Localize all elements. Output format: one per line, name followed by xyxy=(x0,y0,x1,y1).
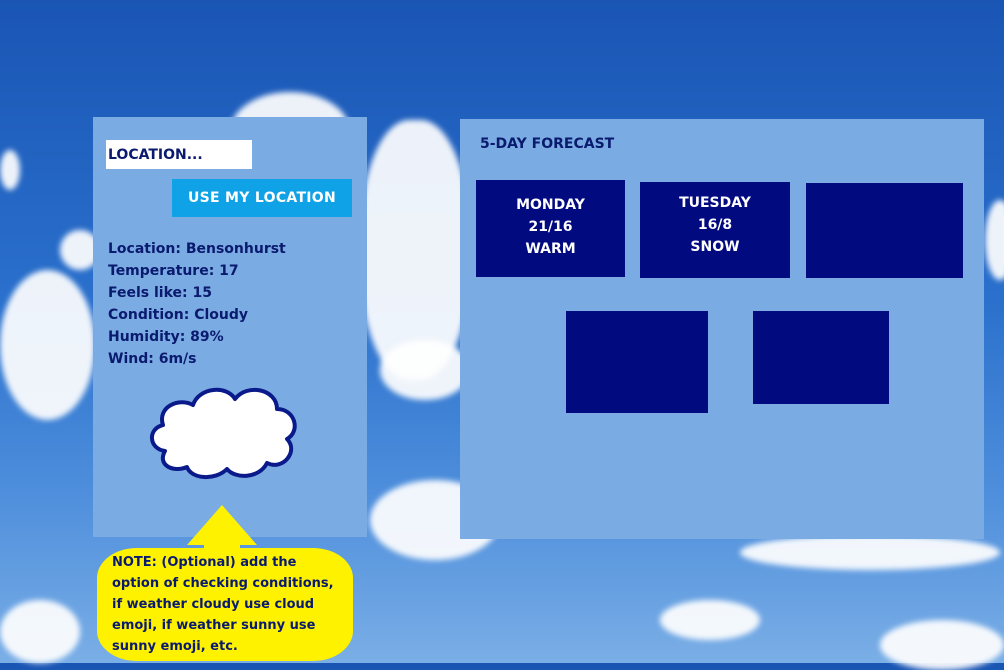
sky-cloud xyxy=(985,200,1004,280)
current-weather-panel: USE MY LOCATION Location: Bensonhurst Te… xyxy=(93,117,367,537)
sky-cloud xyxy=(0,150,20,190)
sky-cloud xyxy=(380,340,470,400)
sky-cloud xyxy=(0,270,95,420)
weather-details: Location: Bensonhurst Temperature: 17 Fe… xyxy=(108,238,286,370)
note-text: NOTE: (Optional) add the option of check… xyxy=(112,555,334,654)
forecast-day-name: TUESDAY xyxy=(679,195,751,211)
sky-cloud xyxy=(740,535,1000,570)
forecast-title: 5-DAY FORECAST xyxy=(480,136,615,152)
forecast-day-name: MONDAY xyxy=(516,197,585,213)
forecast-day-temps: 16/8 xyxy=(697,217,733,233)
forecast-day-card[interactable]: MONDAY 21/16 WARM xyxy=(476,180,625,277)
temperature-text: Temperature: 17 xyxy=(108,263,239,279)
humidity-text: Humidity: 89% xyxy=(108,329,224,345)
condition-text: Condition: Cloudy xyxy=(108,307,249,323)
note-callout: NOTE: (Optional) add the option of check… xyxy=(97,548,353,661)
use-my-location-button[interactable]: USE MY LOCATION xyxy=(172,179,352,217)
forecast-day-temps: 21/16 xyxy=(528,219,573,235)
note-arrow xyxy=(187,505,257,545)
forecast-day-card[interactable]: TUESDAY 16/8 SNOW xyxy=(640,182,790,278)
wind-text: Wind: 6m/s xyxy=(108,351,197,367)
forecast-day-desc: WARM xyxy=(525,241,576,257)
feels-like-text: Feels like: 15 xyxy=(108,285,212,301)
forecast-day-desc: SNOW xyxy=(690,239,740,255)
forecast-day-card[interactable] xyxy=(566,311,708,413)
forecast-day-card[interactable] xyxy=(753,311,889,404)
cloud-icon xyxy=(150,388,297,479)
forecast-day-card[interactable] xyxy=(806,183,963,278)
location-input[interactable] xyxy=(106,140,252,169)
forecast-panel: 5-DAY FORECAST MONDAY 21/16 WARM TUESDAY… xyxy=(460,119,984,539)
location-text: Location: Bensonhurst xyxy=(108,241,286,257)
sky-cloud xyxy=(660,600,760,640)
sky-cloud xyxy=(0,600,80,663)
